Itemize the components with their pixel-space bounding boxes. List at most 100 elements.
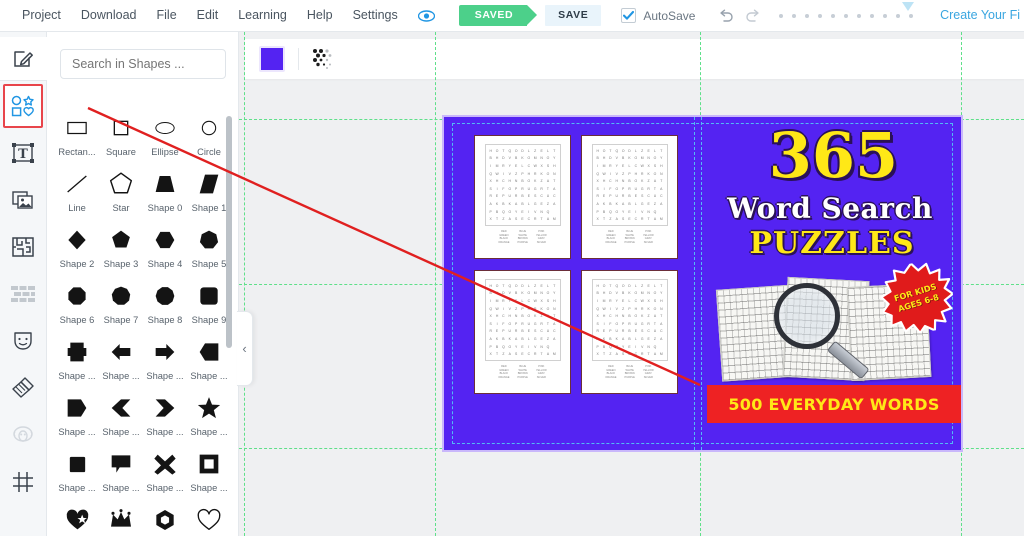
page-dot[interactable]: [909, 13, 914, 18]
shapes-panel-scrollbar[interactable]: [226, 116, 232, 348]
fill-color-swatch[interactable]: [259, 46, 285, 72]
create-file-link[interactable]: Create Your Fi: [940, 0, 1020, 31]
sidebar-item-shapes-tool[interactable]: [3, 84, 43, 128]
search-shapes-input[interactable]: [60, 49, 226, 79]
shape-item-label: Shape ...: [146, 483, 184, 493]
page-dot[interactable]: [792, 13, 797, 18]
shape-item[interactable]: Shape 6: [55, 278, 99, 334]
shape-item[interactable]: Shape 2: [55, 222, 99, 278]
shape-item[interactable]: Star: [99, 166, 143, 222]
shape-item[interactable]: Shape ...: [99, 446, 143, 502]
menu-item-download[interactable]: Download: [71, 0, 147, 31]
shape-item[interactable]: Shape ...: [55, 446, 99, 502]
tag-right-icon: [64, 390, 90, 426]
shape-item[interactable]: Ellipse: [143, 110, 187, 166]
page-dot[interactable]: [883, 13, 888, 18]
shape-item[interactable]: Shape ...: [187, 390, 231, 446]
puzzle-thumbnail[interactable]: HOTQODLZELTBHDVBKOMNOYIMRYELCWXSHQWIVZPH…: [581, 270, 678, 394]
sidebar-item-mask-tool[interactable]: [3, 319, 43, 363]
grid-letter: A: [553, 202, 556, 207]
page-dot[interactable]: [857, 13, 862, 18]
grid-letter: T: [553, 179, 556, 184]
panel-collapse-button[interactable]: ‹: [237, 311, 253, 386]
shape-item[interactable]: Shape 0: [143, 166, 187, 222]
menu-item-edit[interactable]: Edit: [187, 0, 229, 31]
shape-item[interactable]: Shape ...: [99, 390, 143, 446]
shape-item[interactable]: Circle: [187, 110, 231, 166]
shape-item[interactable]: Shape 5: [187, 222, 231, 278]
shape-item[interactable]: Square: [99, 110, 143, 166]
autosave-label: AutoSave: [643, 8, 696, 23]
parallelogram-icon: [197, 166, 221, 202]
page-dot[interactable]: [896, 13, 901, 18]
sidebar-item-edit-tool[interactable]: [0, 37, 47, 81]
shape-item[interactable]: Shape 7: [99, 278, 143, 334]
page-dot[interactable]: [870, 13, 875, 18]
shape-item[interactable]: Shape 8: [143, 278, 187, 334]
sidebar-item-images-tool[interactable]: [3, 178, 43, 222]
shape-item[interactable]: Shape 9: [187, 278, 231, 334]
page-dot[interactable]: [818, 13, 823, 18]
sidebar-item-text-tool[interactable]: T: [3, 131, 43, 175]
book-cover-canvas[interactable]: HOTQODLZELTBHDVBKOMNOYIMRYELCWXSHQWIVZPH…: [442, 115, 963, 452]
eye-icon[interactable]: [417, 9, 435, 22]
cover-spine-guide: [701, 117, 702, 450]
shape-item[interactable]: Line: [55, 166, 99, 222]
word-list-item: SILVER: [643, 375, 653, 379]
checker-transparency-icon[interactable]: [312, 48, 334, 70]
grid-letter: N: [660, 306, 663, 311]
page-dot[interactable]: [805, 13, 810, 18]
sidebar-item-maze-tool[interactable]: [3, 225, 43, 269]
shape-item[interactable]: Shape 3: [99, 222, 143, 278]
shape-item[interactable]: Rectan...: [55, 110, 99, 166]
shape-item[interactable]: Shape ...: [55, 502, 99, 536]
autosave-toggle[interactable]: AutoSave: [621, 8, 695, 23]
canvas-area[interactable]: HOTQODLZELTBHDVBKOMNOYIMRYELCWXSHQWIVZPH…: [239, 32, 1024, 536]
shape-item[interactable]: Shape ...: [187, 334, 231, 390]
shape-item-label: Rectan...: [58, 147, 96, 157]
sidebar-item-animals-tool[interactable]: [3, 413, 43, 457]
grid-letter: T: [553, 148, 556, 153]
menu-item-project[interactable]: Project: [12, 0, 71, 31]
grid-letter: A: [660, 186, 663, 191]
puzzle-thumbnail[interactable]: HOTQODLZELTBHDVBKOMNOYIMRYELCWXSHQWIVZPH…: [474, 270, 571, 394]
shape-item[interactable]: Shape ...: [55, 334, 99, 390]
menu-item-learning[interactable]: Learning: [228, 0, 297, 31]
undo-button[interactable]: [713, 5, 739, 27]
shape-item[interactable]: Shape ...: [143, 334, 187, 390]
page-dot[interactable]: [844, 13, 849, 18]
word-list-column: BLUE WHITE BROWN PURPLE: [625, 230, 635, 244]
puzzle-thumbnail[interactable]: HOTQODLZELTBHDVBKOMNOYIMRYELCWXSHQWIVZPH…: [581, 135, 678, 259]
menu-item-help[interactable]: Help: [297, 0, 343, 31]
autosave-checkbox[interactable]: [621, 8, 637, 23]
sidebar-item-pattern-tool[interactable]: [3, 272, 43, 316]
menu-item-file[interactable]: File: [147, 0, 187, 31]
menu-item-settings[interactable]: Settings: [343, 0, 408, 31]
page-dot[interactable]: [831, 13, 836, 18]
sidebar-item-grid-tool[interactable]: [3, 460, 43, 504]
shape-item[interactable]: Shape ...: [143, 446, 187, 502]
shape-item[interactable]: Shape 1: [187, 166, 231, 222]
page-dot-list: [779, 13, 914, 18]
word-list: RED GREEN BLACK ORANGE BLUE WHITE BROWN PURPLE P…: [498, 230, 546, 244]
page-dot[interactable]: [779, 13, 784, 18]
shape-item[interactable]: Shape ...: [187, 502, 231, 536]
grid-letter: T: [660, 314, 663, 319]
save-button[interactable]: SAVE: [545, 5, 602, 26]
puzzle-thumbnail[interactable]: HOTQODLZELTBHDVBKOMNOYIMRYELCWXSHQWIVZPH…: [474, 135, 571, 259]
grid-letter: Y: [553, 291, 556, 296]
shape-item[interactable]: Shape ...: [187, 446, 231, 502]
grid-letter: N: [660, 171, 663, 176]
shape-item[interactable]: Shape ...: [99, 334, 143, 390]
sidebar-item-brush-tool[interactable]: [3, 366, 43, 410]
shape-item[interactable]: Shape ...: [143, 390, 187, 446]
saved-status-flag: SAVED: [458, 5, 538, 26]
grid-letter: A: [553, 337, 556, 342]
shape-item-label: Shape 7: [103, 315, 139, 325]
shape-item[interactable]: Shape ...: [143, 502, 187, 536]
redo-button[interactable]: [739, 5, 765, 27]
grid-letter: M: [659, 352, 663, 357]
shape-item[interactable]: Shape 4: [143, 222, 187, 278]
shape-item[interactable]: Shape ...: [55, 390, 99, 446]
shape-item[interactable]: Shape ...: [99, 502, 143, 536]
